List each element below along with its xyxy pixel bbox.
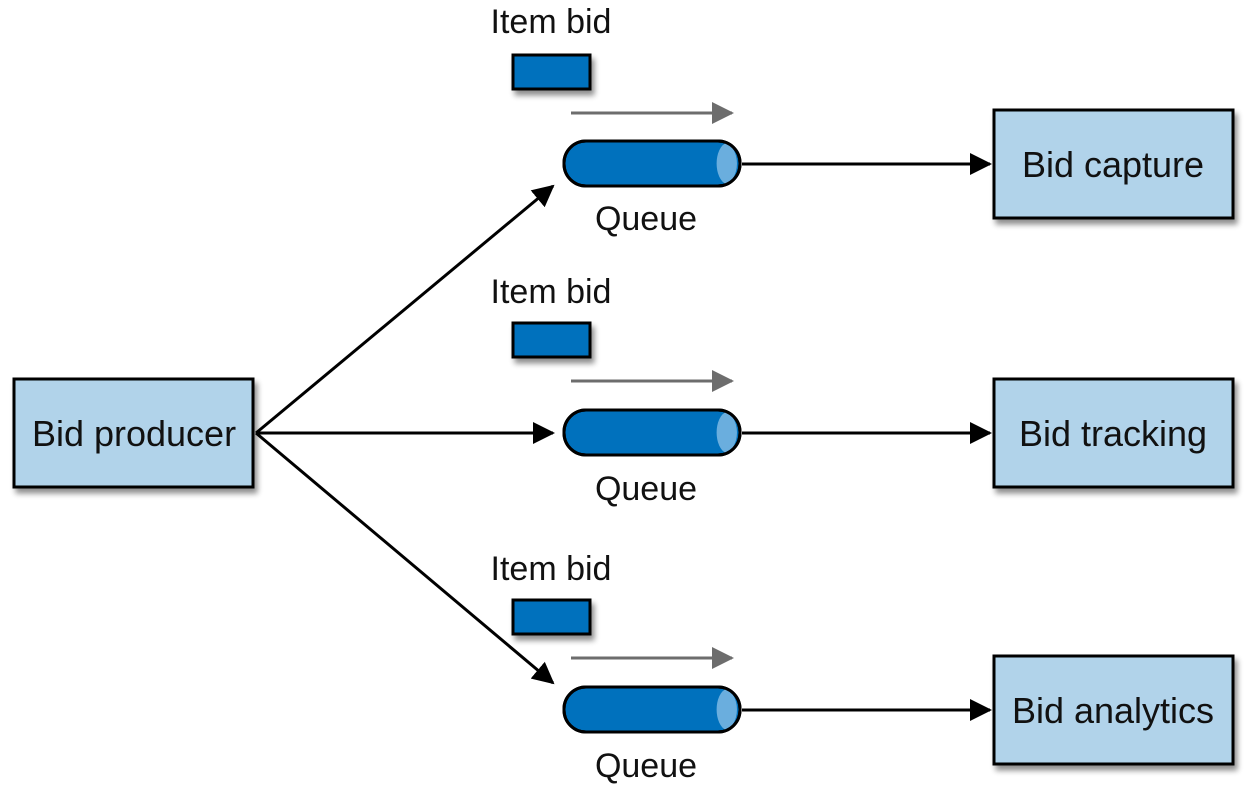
queue-cylinder (562, 685, 742, 734)
consumer-box: Bid capture (992, 108, 1235, 220)
diagram-canvas: Bid producer Item bid Queue Bid capture … (12, 3, 1235, 785)
producer-box: Bid producer (12, 377, 255, 489)
producer-label: Bid producer (32, 413, 236, 454)
consumer-label: Bid analytics (1012, 690, 1214, 731)
item-bid-label: Item bid (491, 273, 612, 311)
item-bid-block (511, 53, 592, 91)
queue-label: Queue (595, 200, 697, 238)
queue-cylinder (562, 139, 742, 188)
queue-label: Queue (595, 747, 697, 785)
consumer-box: Bid tracking (992, 377, 1235, 489)
item-bid-block (511, 598, 592, 636)
lane-3: Item bid Queue Bid analytics (491, 550, 1235, 785)
item-bid-block (511, 321, 592, 359)
lane-1: Item bid Queue Bid capture (491, 3, 1235, 238)
queue-cylinder (562, 408, 742, 457)
consumer-label: Bid tracking (1019, 413, 1207, 454)
consumer-label: Bid capture (1022, 144, 1204, 185)
consumer-box: Bid analytics (992, 654, 1235, 766)
item-bid-label: Item bid (491, 3, 612, 41)
lane-2: Item bid Queue Bid tracking (491, 273, 1235, 508)
queue-label: Queue (595, 470, 697, 508)
item-bid-label: Item bid (491, 550, 612, 588)
